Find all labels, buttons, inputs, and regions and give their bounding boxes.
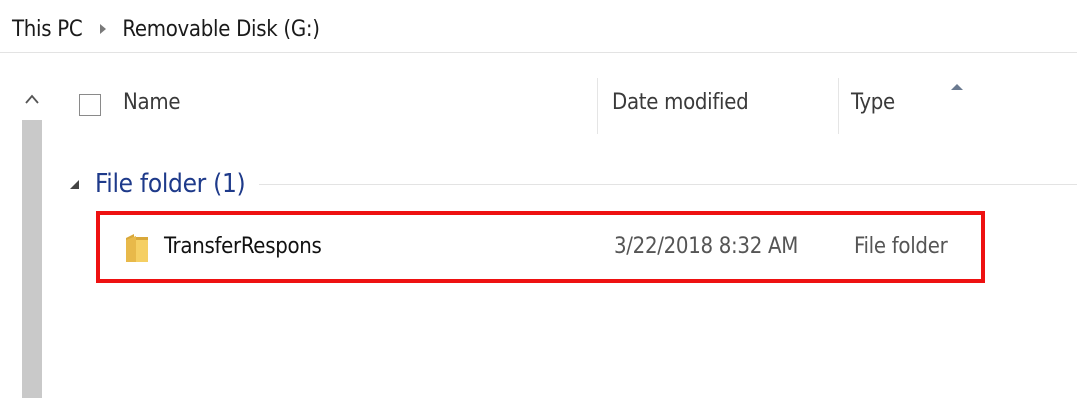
folder-icon	[124, 232, 150, 264]
group-header-file-folder[interactable]: File folder (1)	[70, 166, 1077, 202]
column-header-name[interactable]: Name	[123, 90, 181, 115]
group-title: File folder (1)	[95, 169, 246, 199]
breadcrumb-divider	[0, 52, 1077, 53]
scroll-up-icon[interactable]	[19, 86, 45, 112]
column-header-row: Name Date modified Type	[60, 78, 1077, 138]
breadcrumb-item-removable-disk[interactable]: Removable Disk (G:)	[122, 17, 320, 42]
breadcrumb: This PC Removable Disk (G:)	[12, 12, 320, 46]
file-row[interactable]: TransferRespons 3/22/2018 8:32 AM File f…	[96, 211, 985, 283]
select-all-checkbox[interactable]	[79, 94, 101, 116]
file-explorer-view: This PC Removable Disk (G:) Name Date mo…	[0, 0, 1077, 398]
group-divider-line	[259, 183, 1077, 185]
column-divider[interactable]	[838, 78, 839, 134]
sort-ascending-icon	[950, 80, 964, 95]
column-divider[interactable]	[597, 78, 598, 134]
collapse-group-icon[interactable]	[70, 179, 79, 189]
vertical-scrollbar[interactable]	[19, 78, 45, 398]
breadcrumb-item-this-pc[interactable]: This PC	[12, 17, 83, 42]
file-date-modified: 3/22/2018 8:32 AM	[614, 234, 798, 259]
file-type: File folder	[854, 234, 948, 259]
column-header-type[interactable]: Type	[851, 90, 895, 115]
file-name[interactable]: TransferRespons	[164, 234, 322, 259]
scrollbar-track[interactable]	[22, 120, 42, 398]
column-header-date-modified[interactable]: Date modified	[612, 90, 749, 115]
breadcrumb-separator-icon[interactable]	[100, 24, 107, 34]
